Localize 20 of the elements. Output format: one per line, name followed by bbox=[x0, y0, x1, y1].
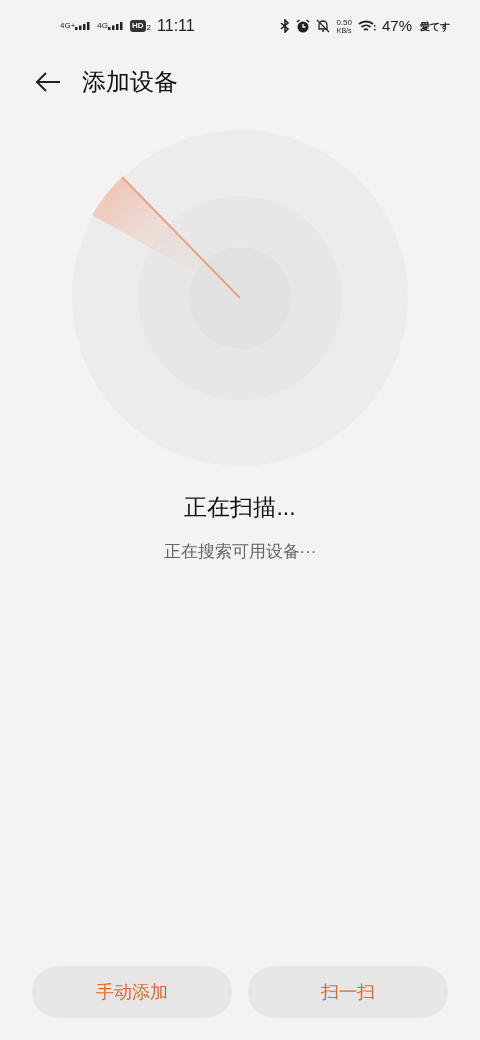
signal-icon bbox=[108, 22, 124, 30]
action-button[interactable]: 手动添加 bbox=[32, 966, 232, 1018]
hd-subscript: 2 bbox=[146, 24, 152, 32]
wifi-icon bbox=[357, 19, 376, 33]
network-label: 4G bbox=[97, 22, 108, 30]
battery-percent: 47% bbox=[381, 15, 412, 36]
page-title: 添加设备 bbox=[82, 67, 178, 97]
hd-badge: HD bbox=[130, 20, 146, 32]
alarm-icon bbox=[296, 19, 311, 33]
network-label: 4G+ bbox=[60, 22, 76, 30]
signal-icon bbox=[75, 22, 92, 30]
muted-bell-icon bbox=[316, 19, 331, 33]
clock-time: 11:11 bbox=[157, 16, 195, 36]
scan-status-subtitle: 正在搜索可用设备··· bbox=[163, 540, 317, 563]
carrier-note: 愛てす bbox=[420, 19, 450, 34]
back-arrow-icon bbox=[35, 71, 61, 93]
action-button[interactable]: 扫一扫 bbox=[248, 966, 448, 1018]
speed-value: 0.50 bbox=[336, 18, 352, 27]
scan-status-title: 正在扫描... bbox=[184, 493, 296, 522]
bluetooth-icon bbox=[280, 19, 291, 33]
